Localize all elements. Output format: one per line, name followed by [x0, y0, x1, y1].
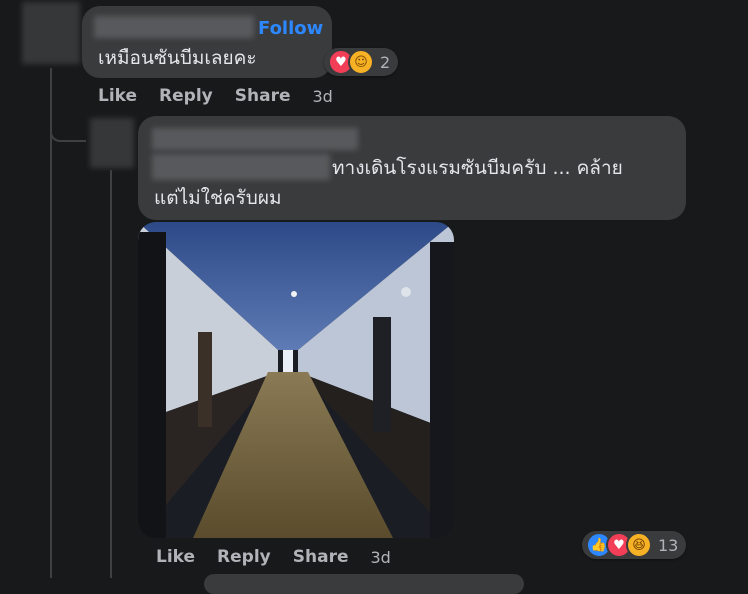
avatar[interactable]: [22, 2, 80, 64]
reaction-summary[interactable]: ♥ ☺ 2: [324, 48, 399, 76]
share-button[interactable]: Share: [293, 547, 349, 567]
reply-button[interactable]: Reply: [217, 547, 271, 567]
share-button[interactable]: Share: [235, 86, 291, 106]
commenter-name-redacted[interactable]: [94, 16, 254, 38]
mentioned-name-redacted[interactable]: [152, 154, 330, 180]
comment-bubble: Follow เหมือนซันบีมเลยคะ: [82, 6, 332, 78]
reply-text-line2: แต่ไม่ใช่ครับผม: [154, 187, 282, 209]
reply-bubble: ทางเดินโรงแรมซันบีมครับ ... คล้าย แต่ไม่…: [138, 116, 686, 220]
care-icon: ☺: [348, 49, 374, 75]
follow-button[interactable]: Follow: [258, 18, 323, 39]
comment-text: เหมือนซันบีมเลยคะ: [98, 47, 257, 69]
reply-text-line1: ทางเดินโรงแรมซันบีมครับ ... คล้าย: [332, 157, 623, 179]
timestamp[interactable]: 3d: [312, 87, 332, 106]
reply-button[interactable]: Reply: [159, 86, 213, 106]
comment-actions: Like Reply Share 3d: [98, 86, 333, 106]
reply-avatar[interactable]: [90, 118, 134, 168]
timestamp[interactable]: 3d: [370, 548, 390, 567]
replier-name-redacted[interactable]: [152, 128, 358, 150]
like-button[interactable]: Like: [98, 86, 137, 106]
reaction-count: 13: [658, 535, 679, 555]
reaction-summary[interactable]: 👍 ♥ 😆 13: [582, 531, 687, 559]
reaction-count: 2: [380, 52, 391, 72]
hallway-image: [138, 222, 454, 538]
reply-actions: Like Reply Share 3d: [156, 547, 391, 567]
thread-line: [50, 68, 52, 578]
attached-photo[interactable]: [138, 222, 454, 538]
thread-connector: [50, 118, 86, 142]
next-comment-bubble: [204, 574, 524, 594]
haha-icon: 😆: [626, 532, 652, 558]
reply-thread-line: [110, 170, 112, 578]
like-button[interactable]: Like: [156, 547, 195, 567]
